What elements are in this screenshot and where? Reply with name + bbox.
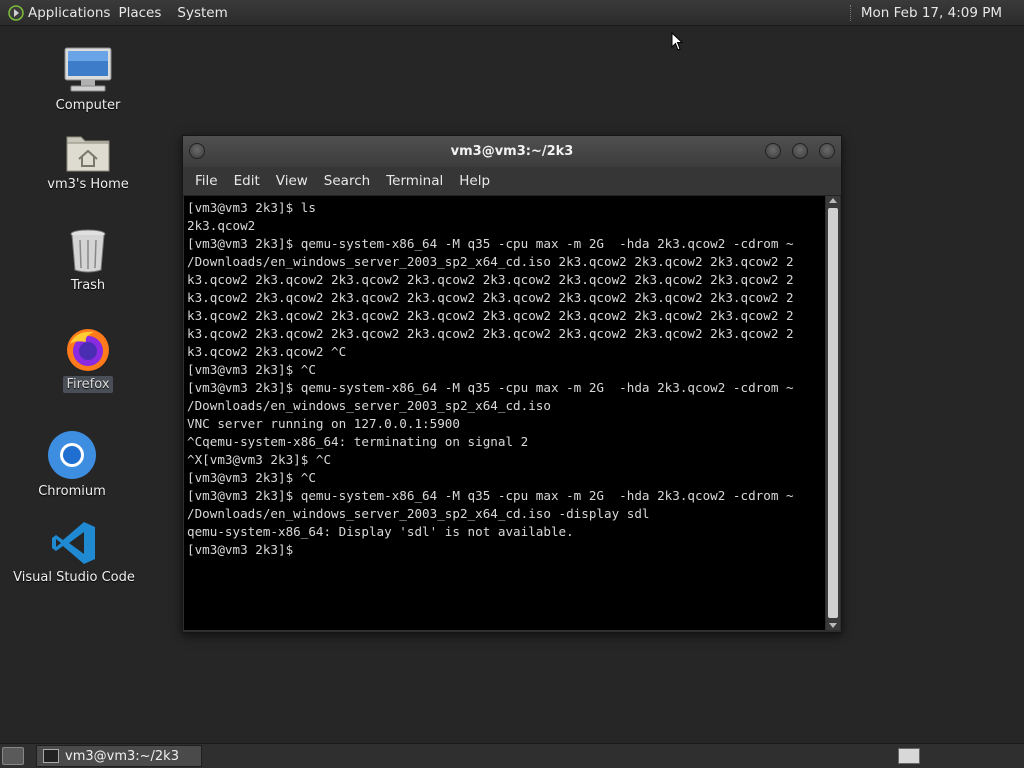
- terminal-line: VNC server running on 127.0.0.1:5900: [187, 416, 460, 431]
- places-menu[interactable]: Places: [110, 5, 169, 21]
- desktop-icon-label: Visual Studio Code: [13, 570, 135, 585]
- desktop-icon-label: Chromium: [38, 484, 106, 499]
- terminal-line: /Downloads/en_windows_server_2003_sp2_x6…: [187, 254, 794, 269]
- terminal-line: [vm3@vm3 2k3]$ qemu-system-x86_64 -M q35…: [187, 236, 794, 251]
- taskbar-item-label: vm3@vm3:~/2k3: [65, 748, 179, 764]
- terminal-line: 2k3.qcow2: [187, 218, 256, 233]
- menu-file[interactable]: File: [187, 173, 226, 189]
- terminal-line: [vm3@vm3 2k3]$ qemu-system-x86_64 -M q35…: [187, 380, 794, 395]
- terminal-text: [vm3@vm3 2k3]$ ls 2k3.qcow2 [vm3@vm3 2k3]$…: [184, 196, 825, 562]
- desktop-icon-vscode[interactable]: Visual Studio Code: [13, 520, 135, 585]
- desktop-icon-chromium[interactable]: Chromium: [36, 430, 108, 499]
- menu-view[interactable]: View: [268, 173, 316, 189]
- terminal-line: /Downloads/en_windows_server_2003_sp2_x6…: [187, 398, 551, 413]
- desktop-icon-computer[interactable]: Computer: [52, 46, 124, 113]
- terminal-line: ^Cqemu-system-x86_64: terminating on sig…: [187, 434, 529, 449]
- desktop-icon-label: Firefox: [63, 376, 113, 393]
- menu-search[interactable]: Search: [316, 173, 378, 189]
- show-desktop-icon[interactable]: [2, 747, 24, 765]
- terminal-output[interactable]: [vm3@vm3 2k3]$ ls 2k3.qcow2 [vm3@vm3 2k3]$…: [184, 196, 825, 630]
- terminal-line: [vm3@vm3 2k3]$ ^C: [187, 470, 316, 485]
- firefox-icon: [67, 329, 109, 371]
- minimize-icon[interactable]: [765, 143, 781, 159]
- window-titlebar[interactable]: vm3@vm3:~/2k3: [183, 136, 841, 167]
- window-menu-icon[interactable]: [189, 143, 205, 159]
- bottom-panel: vm3@vm3:~/2k3: [0, 743, 1024, 768]
- home-folder-icon: [66, 136, 110, 172]
- taskbar-item-terminal[interactable]: vm3@vm3:~/2k3: [36, 745, 202, 767]
- terminal-line: [vm3@vm3 2k3]$ ^C: [187, 362, 316, 377]
- top-panel: Applications Places System Mon Feb 17, 4…: [0, 0, 1024, 26]
- trash-icon: [70, 229, 106, 273]
- menu-terminal[interactable]: Terminal: [378, 173, 451, 189]
- computer-icon: [64, 47, 112, 92]
- chromium-icon: [48, 431, 96, 479]
- distro-logo-icon: [8, 4, 24, 21]
- clock[interactable]: Mon Feb 17, 4:09 PM: [861, 5, 1002, 21]
- terminal-line: [vm3@vm3 2k3]$ ls: [187, 200, 316, 215]
- window-title: vm3@vm3:~/2k3: [450, 144, 574, 159]
- terminal-line: qemu-system-x86_64: Display 'sdl' is not…: [187, 524, 574, 539]
- desktop-icon-label: vm3's Home: [47, 177, 129, 192]
- scroll-down-icon[interactable]: [829, 623, 837, 628]
- terminal-line: [vm3@vm3 2k3]$ qemu-system-x86_64 -M q35…: [187, 488, 794, 503]
- terminal-line: /Downloads/en_windows_server_2003_sp2_x6…: [187, 506, 650, 521]
- terminal-menubar: File Edit View Search Terminal Help: [183, 167, 841, 196]
- terminal-line: k3.qcow2 2k3.qcow2 2k3.qcow2 2k3.qcow2 2…: [187, 308, 794, 323]
- panel-separator: [849, 4, 853, 21]
- terminal-line: [vm3@vm3 2k3]$: [187, 542, 301, 557]
- desktop-icon-firefox[interactable]: Firefox: [52, 326, 124, 393]
- menu-help[interactable]: Help: [451, 173, 498, 189]
- desktop-icon-trash[interactable]: Trash: [52, 228, 124, 293]
- menu-edit[interactable]: Edit: [226, 173, 268, 189]
- workspace-switcher[interactable]: [898, 748, 920, 764]
- desktop-icon-label: Trash: [70, 278, 106, 293]
- mouse-cursor-icon: [671, 32, 683, 51]
- terminal-line: k3.qcow2 2k3.qcow2 2k3.qcow2 2k3.qcow2 2…: [187, 272, 794, 287]
- close-icon[interactable]: [819, 143, 835, 159]
- terminal-line: k3.qcow2 2k3.qcow2 2k3.qcow2 2k3.qcow2 2…: [187, 326, 794, 341]
- desktop-icon-label: Computer: [55, 98, 121, 113]
- desktop-icon-home[interactable]: vm3's Home: [47, 129, 129, 192]
- terminal-line: ^X[vm3@vm3 2k3]$ ^C: [187, 452, 332, 467]
- terminal-line: k3.qcow2 2k3.qcow2 2k3.qcow2 2k3.qcow2 2…: [187, 290, 794, 305]
- vscode-icon: [52, 522, 95, 564]
- terminal-window[interactable]: vm3@vm3:~/2k3 File Edit View Search Term…: [182, 135, 842, 633]
- terminal-icon: [43, 749, 59, 763]
- system-menu[interactable]: System: [169, 5, 235, 21]
- applications-menu-label: Applications: [28, 4, 111, 21]
- maximize-icon[interactable]: [792, 143, 808, 159]
- applications-menu[interactable]: Applications: [0, 5, 110, 21]
- terminal-scrollbar[interactable]: [826, 196, 840, 630]
- scroll-up-icon[interactable]: [829, 198, 837, 203]
- scrollbar-thumb[interactable]: [828, 208, 838, 618]
- terminal-line: k3.qcow2 2k3.qcow2 ^C: [187, 344, 347, 359]
